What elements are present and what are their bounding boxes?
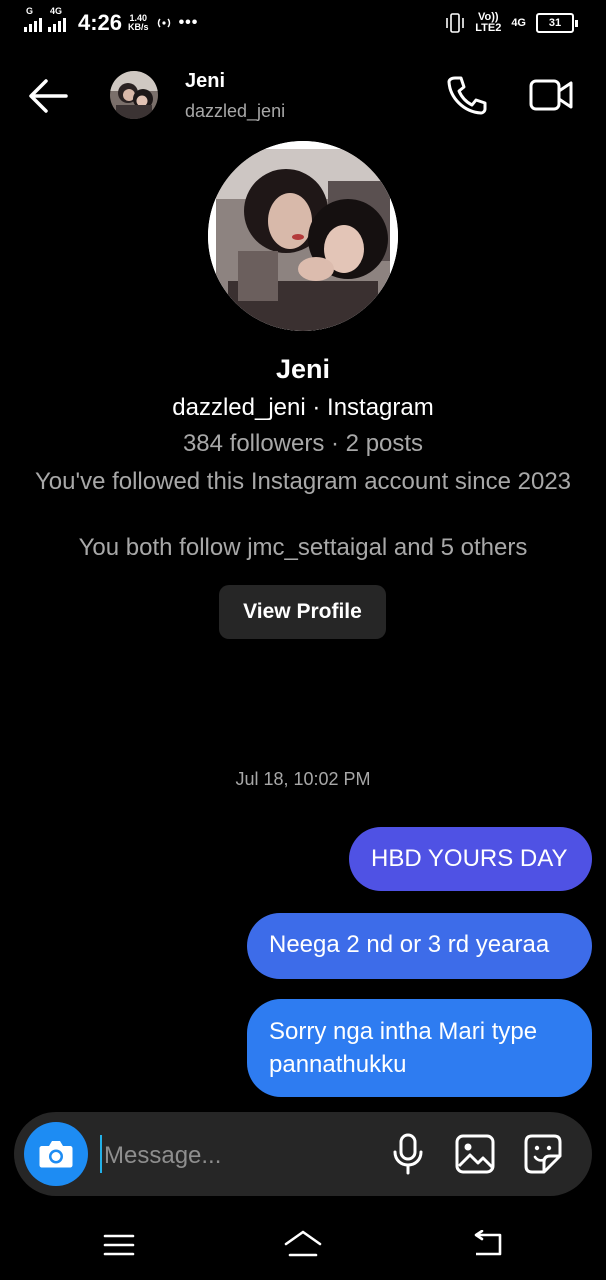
status-bar: G 4G 4:26 1.40 KB/s ••• Vo)) LTE2 4G 31: [0, 0, 606, 48]
sticker-button[interactable]: [522, 1132, 564, 1176]
camera-icon: [39, 1141, 73, 1168]
header-name[interactable]: Jeni: [185, 70, 225, 93]
microphone-icon: [393, 1133, 423, 1175]
sim1-network-tag: G: [26, 6, 34, 16]
audio-call-button[interactable]: [446, 74, 488, 116]
network-type: 4G: [511, 17, 526, 29]
back-button[interactable]: [26, 76, 70, 116]
network-speed: 1.40 KB/s: [128, 14, 149, 32]
nav-back-button[interactable]: [470, 1229, 504, 1258]
hotspot-icon: [157, 18, 170, 28]
profile-stats: 384 followers · 2 posts: [182, 430, 424, 457]
profile-photo: [208, 141, 398, 331]
voice-message-button[interactable]: [388, 1132, 428, 1176]
sticker-icon: [524, 1134, 562, 1174]
signal-icon-sim1: G: [24, 6, 42, 32]
camera-button[interactable]: [24, 1122, 88, 1186]
back-arrow-icon: [29, 79, 68, 113]
mutual-followers-text[interactable]: You both follow jmc_settaigal and 5 othe…: [0, 534, 606, 562]
return-icon: [474, 1229, 502, 1256]
profile-name: Jeni: [275, 354, 331, 384]
clock: 4:26: [78, 10, 123, 35]
header-username[interactable]: dazzled_jeni: [185, 101, 285, 122]
video-camera-icon: [529, 79, 573, 111]
speed-unit: KB/s: [128, 22, 149, 32]
vibrate-icon: [446, 13, 465, 33]
message-bubble[interactable]: HBD YOURS DAY: [349, 827, 592, 891]
message-bubble[interactable]: Neega 2 nd or 3 rd yearaa: [247, 913, 592, 979]
battery-icon: 31: [536, 13, 578, 33]
nav-recents-button[interactable]: [102, 1232, 136, 1258]
text-cursor: [100, 1135, 102, 1173]
message-input[interactable]: [104, 1136, 364, 1176]
follow-since-text: You've followed this Instagram account s…: [34, 468, 572, 495]
battery-level: 31: [536, 13, 574, 33]
nav-home-button[interactable]: [282, 1228, 324, 1260]
lte-label: LTE2: [475, 22, 502, 34]
more-notifications-icon: •••: [178, 14, 199, 31]
header-avatar[interactable]: [110, 71, 158, 119]
menu-icon: [103, 1234, 135, 1256]
avatar-photo: [110, 71, 158, 119]
profile-picture[interactable]: [208, 141, 398, 331]
view-profile-button[interactable]: View Profile: [219, 585, 386, 639]
home-icon: [284, 1230, 322, 1257]
gallery-icon: [455, 1134, 495, 1174]
phone-icon: [447, 76, 487, 115]
signal-icon-sim2: 4G: [48, 6, 66, 32]
message-bubble[interactable]: Sorry nga intha Mari type pannathukku: [247, 999, 592, 1097]
gallery-button[interactable]: [454, 1133, 496, 1175]
volte-indicator: Vo)) LTE2: [475, 12, 501, 34]
message-timestamp: Jul 18, 10:02 PM: [235, 769, 371, 789]
profile-handle: dazzled_jeni · Instagram: [172, 394, 434, 421]
sim2-network-tag: 4G: [50, 6, 63, 16]
video-call-button[interactable]: [528, 76, 574, 114]
status-left: G 4G 4:26 1.40 KB/s •••: [24, 6, 199, 36]
status-right: Vo)) LTE2 4G 31: [445, 12, 578, 34]
